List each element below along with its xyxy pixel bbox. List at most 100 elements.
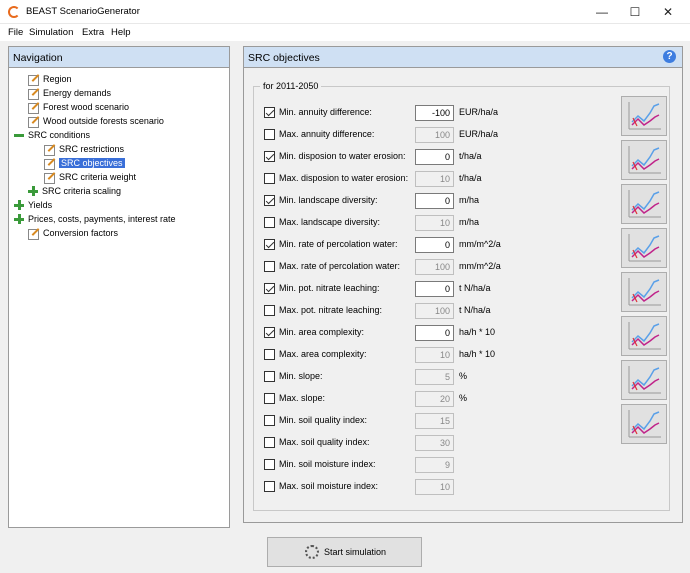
nav-item-yields[interactable]: Yields bbox=[9, 198, 229, 212]
objective-unit: ha/h * 10 bbox=[459, 327, 496, 337]
chart-icon bbox=[628, 322, 661, 350]
objective-label: Min. soil quality index: bbox=[279, 415, 368, 425]
nav-item-src-criteria-scaling[interactable]: SRC criteria scaling bbox=[9, 184, 229, 198]
nav-item-src-conditions[interactable]: SRC conditions bbox=[9, 128, 229, 142]
nav-item-prices-costs-payments-interest-rate[interactable]: Prices, costs, payments, interest rate bbox=[9, 212, 229, 226]
menu-help[interactable]: Help bbox=[111, 27, 131, 38]
objective-value-field[interactable]: 10 bbox=[415, 347, 454, 363]
objective-checkbox[interactable] bbox=[264, 129, 275, 140]
objective-checkbox[interactable] bbox=[264, 261, 275, 272]
nav-item-region[interactable]: Region bbox=[9, 72, 229, 86]
objective-unit: EUR/ha/a bbox=[459, 107, 499, 117]
objective-row: Max. disposion to water erosion: 10 t/ha/a bbox=[264, 171, 664, 187]
objective-value-field[interactable]: 9 bbox=[415, 457, 454, 473]
objective-value-field[interactable]: 10 bbox=[415, 479, 454, 495]
expand-icon[interactable] bbox=[14, 214, 24, 224]
objective-value-field[interactable]: 5 bbox=[415, 369, 454, 385]
nav-item-conversion-factors[interactable]: Conversion factors bbox=[9, 226, 229, 240]
nav-item-label: Region bbox=[43, 74, 72, 84]
pencil-icon bbox=[44, 144, 55, 156]
start-simulation-button[interactable]: Start simulation bbox=[267, 537, 422, 567]
objective-row: Min. pot. nitrate leaching: 0 t N/ha/a bbox=[264, 281, 664, 297]
objective-checkbox[interactable] bbox=[264, 459, 275, 470]
objective-unit: m/ha bbox=[459, 217, 480, 227]
chart-preview-button[interactable] bbox=[621, 96, 667, 136]
chart-preview-button[interactable] bbox=[621, 404, 667, 444]
objective-value-field[interactable]: 15 bbox=[415, 413, 454, 429]
chart-preview-button[interactable] bbox=[621, 316, 667, 356]
chart-icon bbox=[628, 366, 661, 394]
expand-icon[interactable] bbox=[28, 186, 38, 196]
nav-item-label: Wood outside forests scenario bbox=[43, 116, 164, 126]
objective-label: Min. slope: bbox=[279, 371, 323, 381]
objective-value-field[interactable]: 0 bbox=[415, 193, 454, 209]
objective-value-field[interactable]: 10 bbox=[415, 215, 454, 231]
objective-checkbox[interactable] bbox=[264, 327, 275, 338]
objective-checkbox[interactable] bbox=[264, 437, 275, 448]
objective-unit: % bbox=[459, 371, 468, 381]
objective-label: Min. area complexity: bbox=[279, 327, 365, 337]
objective-label: Max. soil quality index: bbox=[279, 437, 370, 447]
objective-checkbox[interactable] bbox=[264, 415, 275, 426]
objective-value-field[interactable]: 0 bbox=[415, 149, 454, 165]
objective-value-field[interactable]: 20 bbox=[415, 391, 454, 407]
nav-item-label: Yields bbox=[28, 200, 53, 210]
objective-checkbox[interactable] bbox=[264, 151, 275, 162]
nav-item-src-criteria-weight[interactable]: SRC criteria weight bbox=[9, 170, 229, 184]
nav-item-wood-outside-forests-scenario[interactable]: Wood outside forests scenario bbox=[9, 114, 229, 128]
objective-checkbox[interactable] bbox=[264, 349, 275, 360]
objective-checkbox[interactable] bbox=[264, 305, 275, 316]
chart-preview-button[interactable] bbox=[621, 184, 667, 224]
objective-row: Max. slope: 20% bbox=[264, 391, 664, 407]
chart-preview-button[interactable] bbox=[621, 360, 667, 400]
help-icon[interactable]: ? bbox=[663, 50, 676, 63]
nav-item-src-restrictions[interactable]: SRC restrictions bbox=[9, 142, 229, 156]
nav-item-src-objectives[interactable]: SRC objectives bbox=[9, 156, 229, 170]
objective-value-field[interactable]: 0 bbox=[415, 237, 454, 253]
close-button[interactable]: ✕ bbox=[646, 0, 690, 24]
title-bar: BEAST ScenarioGenerator — ☐ ✕ bbox=[0, 0, 690, 24]
objective-unit: t N/ha/a bbox=[459, 305, 491, 315]
objective-checkbox[interactable] bbox=[264, 481, 275, 492]
objective-checkbox[interactable] bbox=[264, 239, 275, 250]
chart-preview-button[interactable] bbox=[621, 228, 667, 268]
chart-preview-button[interactable] bbox=[621, 272, 667, 312]
nav-item-forest-wood-scenario[interactable]: Forest wood scenario bbox=[9, 100, 229, 114]
objective-checkbox[interactable] bbox=[264, 371, 275, 382]
objective-value-field[interactable]: 10 bbox=[415, 171, 454, 187]
objective-row: Min. landscape diversity: 0 m/ha bbox=[264, 193, 664, 209]
navigation-panel: Navigation Region Energy demands Forest wo… bbox=[8, 46, 230, 528]
objective-value-field[interactable]: 100 bbox=[415, 127, 454, 143]
objective-checkbox[interactable] bbox=[264, 283, 275, 294]
menu-extra[interactable]: Extra bbox=[82, 27, 104, 38]
menu-file[interactable]: File bbox=[8, 27, 23, 38]
objective-value-field[interactable]: 100 bbox=[415, 303, 454, 319]
menu-simulation[interactable]: Simulation bbox=[29, 27, 73, 38]
chart-icon bbox=[628, 146, 661, 174]
objective-value-field[interactable]: 0 bbox=[415, 281, 454, 297]
nav-item-energy-demands[interactable]: Energy demands bbox=[9, 86, 229, 100]
objective-value-field[interactable]: -100 bbox=[415, 105, 454, 121]
objective-value-field[interactable]: 100 bbox=[415, 259, 454, 275]
objective-checkbox[interactable] bbox=[264, 217, 275, 228]
objective-checkbox[interactable] bbox=[264, 393, 275, 404]
objective-label: Max. rate of percolation water: bbox=[279, 261, 401, 271]
objective-checkbox[interactable] bbox=[264, 195, 275, 206]
objective-unit: t/ha/a bbox=[459, 173, 482, 183]
objective-value-field[interactable]: 30 bbox=[415, 435, 454, 451]
objective-label: Max. annuity difference: bbox=[279, 129, 375, 139]
chart-icon bbox=[628, 410, 661, 438]
nav-item-label: SRC criteria scaling bbox=[42, 186, 122, 196]
objective-value-field[interactable]: 0 bbox=[415, 325, 454, 341]
objective-row: Max. landscape diversity: 10 m/ha bbox=[264, 215, 664, 231]
chart-preview-button[interactable] bbox=[621, 140, 667, 180]
expand-icon[interactable] bbox=[14, 200, 24, 210]
objective-checkbox[interactable] bbox=[264, 173, 275, 184]
pencil-icon bbox=[44, 172, 55, 184]
nav-item-label: Forest wood scenario bbox=[43, 102, 130, 112]
pencil-icon bbox=[28, 88, 39, 100]
objective-checkbox[interactable] bbox=[264, 107, 275, 118]
menu-bar: File Simulation Extra Help bbox=[0, 24, 690, 41]
collapse-icon[interactable] bbox=[14, 130, 24, 140]
panel-title: SRC objectives bbox=[248, 52, 320, 64]
